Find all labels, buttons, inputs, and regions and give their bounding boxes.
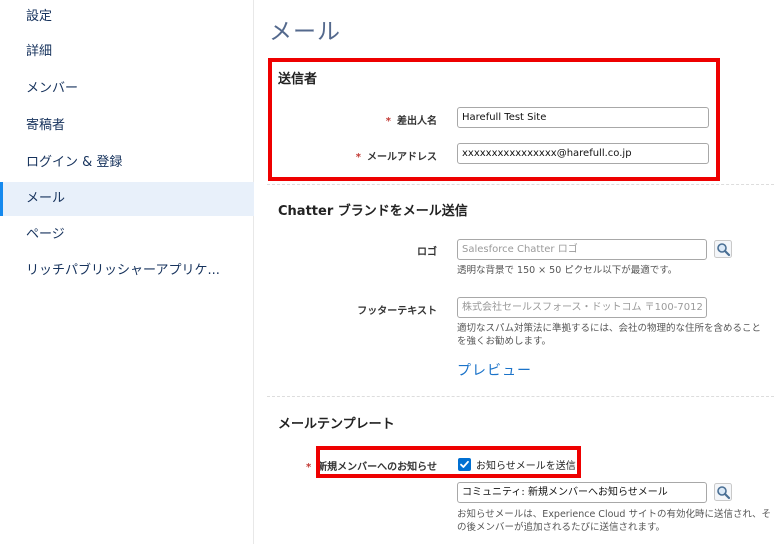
sidebar-item-contributors[interactable]: 寄稿者 (0, 109, 254, 143)
footer-text-input[interactable]: 株式会社セールスフォース・ドットコム 〒100-7012 東京 (457, 297, 707, 318)
templates-section-title: メールテンプレート (278, 417, 395, 432)
section-divider (267, 184, 774, 185)
magnifier-icon[interactable] (714, 240, 732, 258)
section-divider (267, 396, 774, 397)
sidebar-item-details[interactable]: 詳細 (0, 35, 254, 69)
email-address-label: * メールアドレス (355, 152, 437, 163)
sidebar-item-settings[interactable]: 設定 (0, 0, 254, 34)
required-marker: * (305, 462, 312, 473)
footer-text-label: フッターテキスト (357, 306, 437, 317)
sidebar-item-pages[interactable]: ページ (0, 218, 254, 252)
from-name-label: * 差出人名 (385, 116, 437, 127)
template-help-text-2: の後メンバーが追加されるたびに送信されます。 (457, 522, 666, 533)
email-address-input[interactable]: xxxxxxxxxxxxxxxx@harefull.co.jp (457, 143, 709, 164)
sidebar-item-rich-publisher-apps[interactable]: リッチパブリッシャーアプリケ... (0, 254, 254, 288)
from-name-input[interactable]: Harefull Test Site (457, 107, 709, 128)
sidebar-item-members[interactable]: メンバー (0, 72, 254, 106)
required-marker: * (355, 152, 361, 163)
template-input[interactable]: コミュニティ: 新規メンバーへお知らせメール (457, 482, 707, 503)
logo-input[interactable]: Salesforce Chatter ロゴ (457, 239, 707, 260)
required-marker: * (385, 116, 391, 127)
footer-help-text-2: を強くお勧めします。 (457, 336, 552, 347)
new-member-notice-label: * 新規メンバーへのお知らせ (305, 462, 437, 473)
sidebar: 設定 詳細 メンバー 寄稿者 ログイン & 登録 メール ページ リッチパブリッ… (0, 0, 254, 544)
page-title: メール (269, 19, 341, 45)
logo-label: ロゴ (417, 247, 437, 258)
sender-section-title: 送信者 (278, 72, 318, 87)
checkmark-icon (460, 460, 469, 468)
magnifier-icon[interactable] (714, 483, 732, 501)
logo-help-text: 透明な背景で 150 × 50 ピクセル以下が最適です。 (457, 265, 678, 276)
sidebar-item-email[interactable]: メール (0, 182, 254, 216)
sidebar-item-login-registration[interactable]: ログイン & 登録 (0, 146, 254, 180)
preview-link[interactable]: プレビュー (457, 360, 532, 380)
template-help-text-1: お知らせメールは、Experience Cloud サイトの有効化時に送信され、… (457, 509, 772, 520)
branding-section-title: Chatter ブランドをメール送信 (278, 204, 468, 219)
footer-help-text-1: 適切なスパム対策法に準拠するには、会社の物理的な住所を含めること (457, 323, 762, 334)
send-notice-checkbox[interactable] (458, 458, 471, 471)
main-content: メール 送信者 * 差出人名 Harefull Test Site * メールアドレ… (255, 0, 774, 544)
send-notice-checkbox-label[interactable]: お知らせメールを送信 (476, 457, 576, 472)
